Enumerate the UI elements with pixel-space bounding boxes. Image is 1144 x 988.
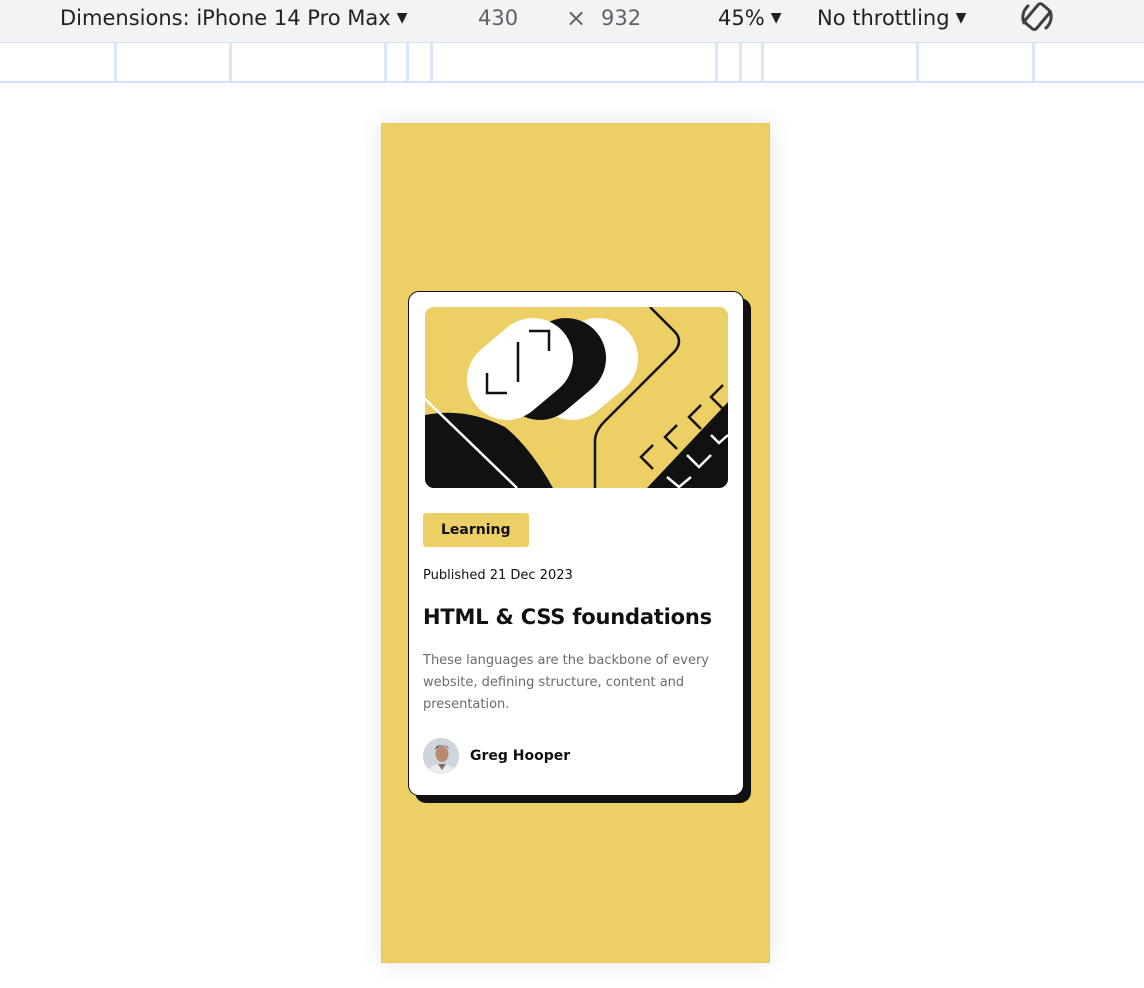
- ruler-marker: [916, 43, 919, 81]
- dimensions-label: Dimensions: iPhone 14 Pro Max: [60, 6, 391, 30]
- height-input[interactable]: 932: [601, 4, 641, 34]
- ruler-marker: [406, 43, 409, 81]
- dimensions-dropdown[interactable]: Dimensions: iPhone 14 Pro Max ▼: [60, 4, 407, 34]
- ruler-marker: [384, 43, 387, 81]
- category-tag: Learning: [423, 513, 529, 547]
- card-description: These languages are the backbone of ever…: [423, 653, 709, 712]
- published-date: Published 21 Dec 2023: [423, 568, 573, 583]
- zoom-label: 45%: [718, 6, 765, 30]
- card-title[interactable]: HTML & CSS foundations: [423, 605, 712, 629]
- width-input[interactable]: 430: [478, 4, 518, 34]
- caret-down-icon: ▼: [396, 10, 408, 26]
- caret-down-icon: ▼: [770, 10, 782, 26]
- author: Greg Hooper: [423, 738, 570, 774]
- caret-down-icon: ▼: [955, 10, 967, 26]
- ruler-marker: [229, 43, 232, 81]
- ruler-marker: [715, 43, 718, 81]
- ruler-marker: [1032, 43, 1035, 81]
- author-name: Greg Hooper: [470, 748, 571, 764]
- ruler-marker: [114, 43, 117, 81]
- times-icon: ×: [566, 4, 587, 32]
- blog-preview-card: Learning Published 21 Dec 2023 HTML & CS…: [408, 291, 744, 796]
- ruler-marker: [739, 43, 742, 81]
- throttling-label: No throttling: [817, 6, 950, 30]
- media-query-ruler[interactable]: [0, 43, 1144, 83]
- device-toolbar: Dimensions: iPhone 14 Pro Max ▼ 430 × 932…: [0, 0, 1144, 43]
- card-illustration: [425, 307, 728, 488]
- throttling-dropdown[interactable]: No throttling ▼: [817, 4, 966, 34]
- device-viewport: Learning Published 21 Dec 2023 HTML & CS…: [381, 123, 770, 963]
- ruler-marker: [761, 43, 764, 81]
- avatar: [423, 738, 459, 774]
- zoom-dropdown[interactable]: 45% ▼: [718, 4, 781, 34]
- rotate-device-icon[interactable]: [1018, 0, 1058, 36]
- ruler-marker: [430, 43, 433, 81]
